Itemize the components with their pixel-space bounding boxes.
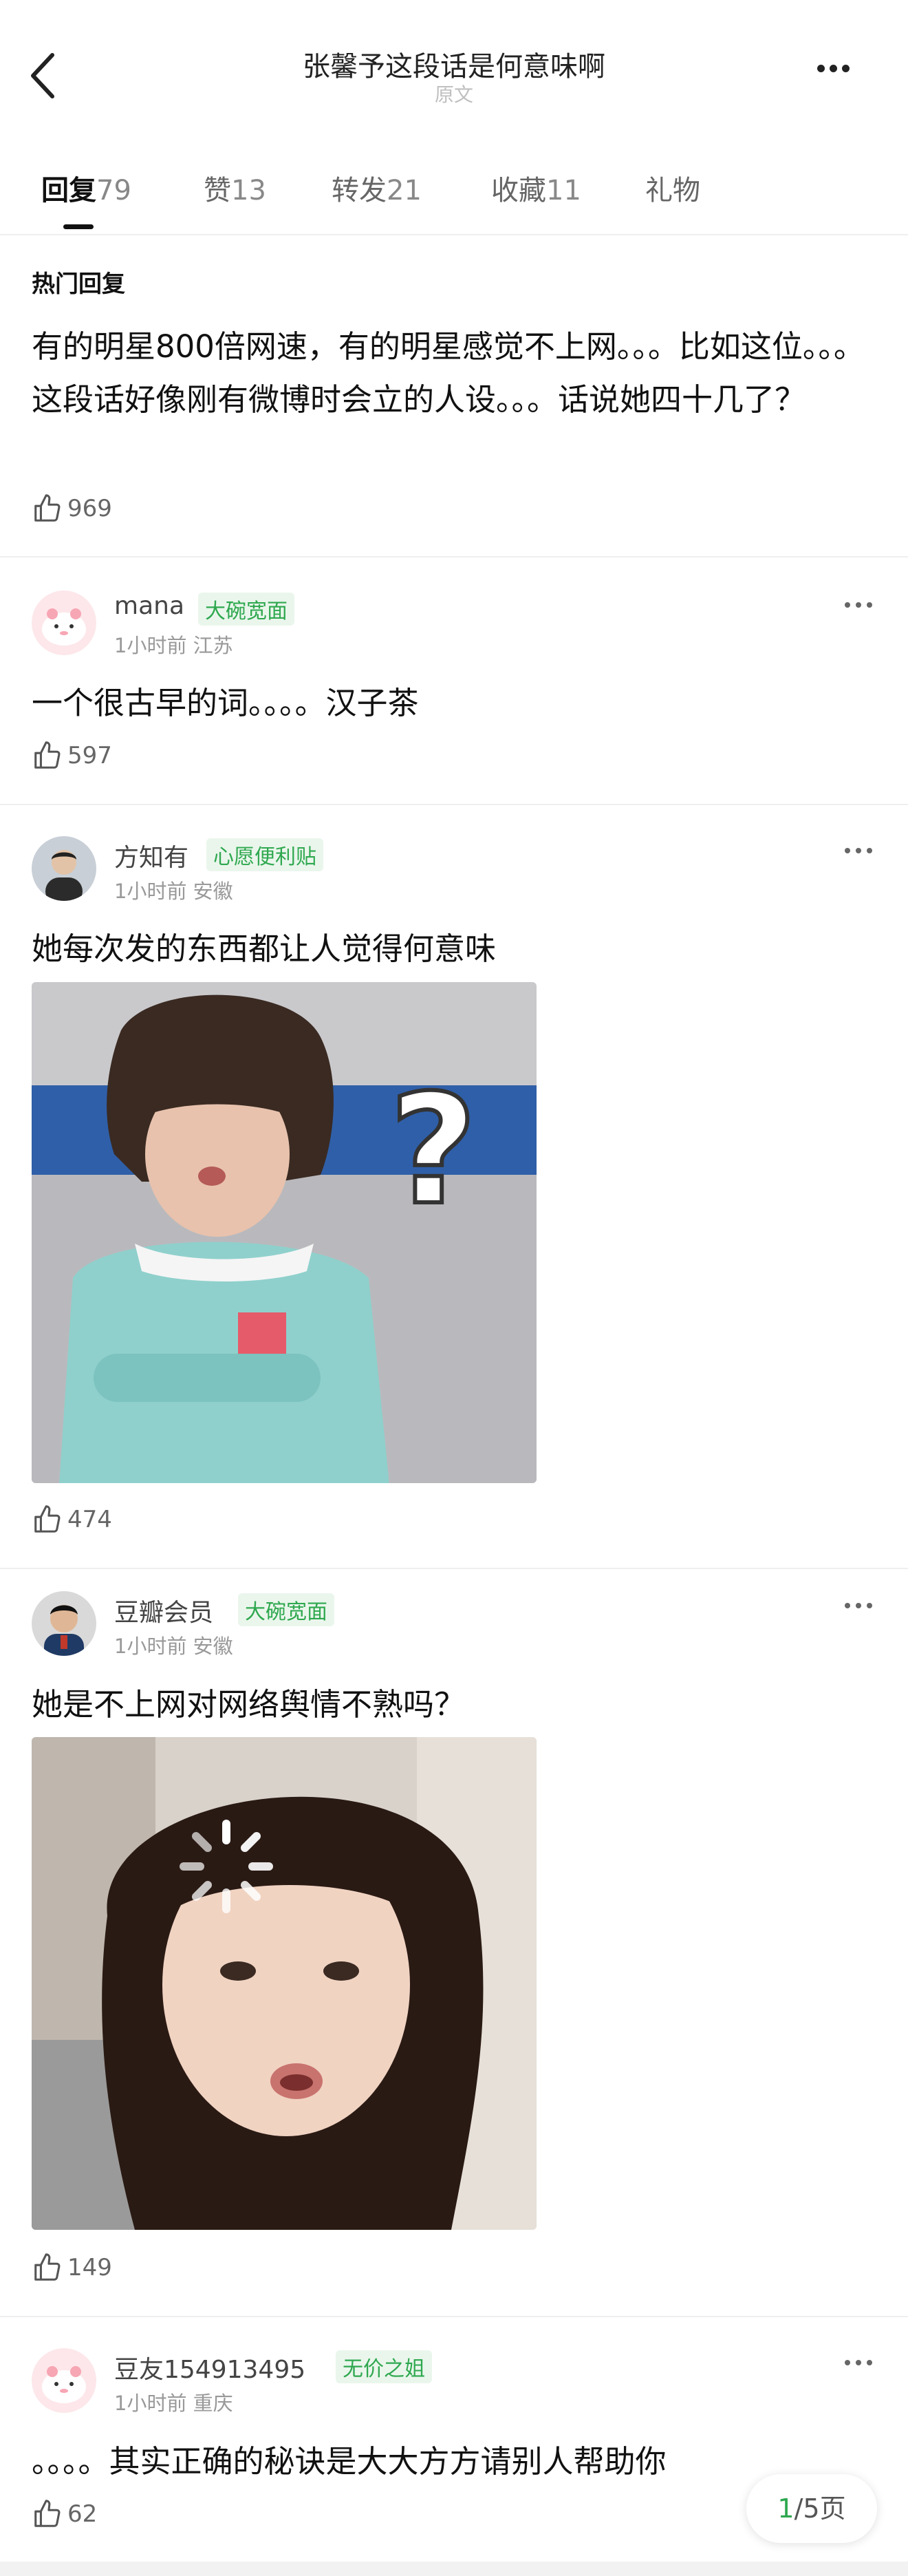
avatar[interactable] — [32, 1591, 96, 1656]
back-arrow-icon[interactable] — [28, 48, 62, 103]
like-button[interactable]: 62 — [32, 2498, 97, 2530]
thumb-up-icon — [34, 2253, 61, 2281]
tab-label: 回复 — [41, 175, 96, 206]
fan-badge: 大碗宽面 — [238, 1593, 334, 1626]
like-button[interactable]: 969 — [32, 493, 112, 524]
like-count: 597 — [67, 742, 112, 769]
hot-replies-heading: 热门回复 — [32, 270, 125, 298]
tab-bar: 回复79 赞13 转发21 收藏11 礼物 — [0, 158, 908, 235]
bottom-edge — [0, 2562, 908, 2576]
divider — [0, 2316, 908, 2317]
tab-favorites[interactable]: 收藏11 — [491, 168, 581, 208]
user-name[interactable]: 豆友154913495 — [114, 2350, 305, 2385]
thumb-up-icon — [34, 1505, 61, 1533]
comment-text[interactable]: 一个很古早的词。。。。汉子茶 — [32, 678, 419, 723]
tab-count: 11 — [546, 175, 581, 206]
tab-label: 收藏 — [491, 175, 546, 206]
thumb-up-icon — [34, 494, 61, 522]
page-title: 张馨予这段话是何意味啊 — [303, 51, 605, 83]
question-mark-icon: ? — [389, 1062, 477, 1238]
avatar[interactable] — [32, 2348, 96, 2413]
like-count: 474 — [67, 1506, 112, 1533]
tab-label: 转发 — [332, 175, 387, 206]
comment-meta: 1小时前 安徽 — [114, 880, 233, 903]
fan-badge: 大碗宽面 — [198, 593, 294, 626]
more-icon[interactable] — [845, 843, 886, 864]
total-pages: /5页 — [794, 2493, 846, 2524]
comment-image[interactable] — [32, 1737, 537, 2230]
more-icon[interactable] — [817, 62, 872, 89]
hot-reply-text[interactable]: 有的明星800倍网速，有的明星感觉不上网。。。比如这位。。。这段话好像刚有微博时… — [32, 320, 885, 426]
active-tab-indicator — [63, 224, 94, 229]
user-name[interactable]: 豆瓣会员 — [114, 1593, 213, 1628]
fan-badge: 心愿便利贴 — [206, 838, 323, 871]
tab-label: 赞 — [204, 175, 231, 206]
divider — [0, 1568, 908, 1569]
divider — [0, 556, 908, 557]
user-name[interactable]: 方知有 — [114, 838, 188, 873]
divider — [0, 804, 908, 805]
more-icon[interactable] — [845, 2355, 886, 2376]
user-name[interactable]: mana — [114, 592, 184, 620]
avatar[interactable] — [32, 590, 96, 655]
current-page: 1 — [777, 2493, 794, 2524]
comment-image[interactable]: ? — [32, 982, 537, 1483]
tab-count: 13 — [231, 175, 266, 206]
thumb-up-icon — [34, 2500, 61, 2527]
more-icon[interactable] — [845, 1598, 886, 1619]
comment-text[interactable]: 她每次发的东西都让人觉得何意味 — [32, 924, 496, 968]
avatar[interactable] — [32, 836, 96, 901]
comment-meta: 1小时前 重庆 — [114, 2392, 233, 2415]
like-button[interactable]: 474 — [32, 1504, 112, 1535]
comment-text[interactable]: 她是不上网对网络舆情不熟吗？ — [32, 1679, 465, 1724]
tab-count: 21 — [387, 175, 422, 206]
tab-likes[interactable]: 赞13 — [204, 168, 266, 208]
tab-replies[interactable]: 回复79 — [41, 168, 131, 208]
like-count: 149 — [67, 2254, 112, 2281]
comment-text[interactable]: 。。。。其实正确的秘诀是大大方方请别人帮助你 — [32, 2436, 667, 2481]
like-count: 62 — [67, 2500, 98, 2528]
more-icon[interactable] — [845, 597, 886, 618]
top-bar: 张馨予这段话是何意味啊 原文 — [0, 0, 908, 145]
tab-label: 礼物 — [645, 175, 700, 206]
page-subtitle[interactable]: 原文 — [385, 80, 523, 107]
tab-gifts[interactable]: 礼物 — [645, 168, 700, 208]
like-count: 969 — [67, 495, 112, 522]
like-button[interactable]: 597 — [32, 740, 112, 771]
tab-reposts[interactable]: 转发21 — [332, 168, 422, 208]
like-button[interactable]: 149 — [32, 2252, 112, 2284]
comment-meta: 1小时前 江苏 — [114, 634, 233, 657]
tab-count: 79 — [96, 175, 131, 206]
thumb-up-icon — [34, 741, 61, 769]
page-indicator[interactable]: 1/5页 — [746, 2474, 877, 2543]
comment-meta: 1小时前 安徽 — [114, 1635, 233, 1658]
fan-badge: 无价之姐 — [336, 2350, 432, 2383]
